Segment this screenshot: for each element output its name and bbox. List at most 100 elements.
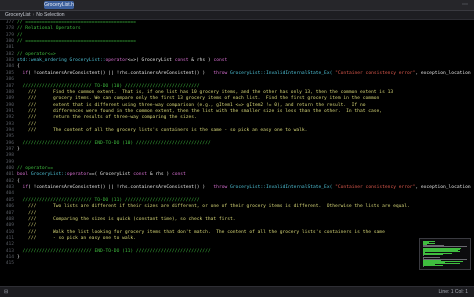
code-token: /// Walk the list looking for grocery it… (17, 230, 385, 235)
code-token: bool (17, 172, 28, 177)
line-number: 398 (2, 153, 14, 159)
code-line[interactable]: 405 ///////////////////////// TO-DO (11)… (0, 198, 474, 204)
code-token: ==( GroceryList (89, 172, 133, 177)
code-token: operator (67, 172, 89, 177)
code-line[interactable]: 390 /// extent that is different using t… (0, 103, 474, 109)
code-token: , exception_location ); (415, 185, 474, 190)
code-token: /// differences were found in the common… (17, 109, 382, 114)
minimap[interactable] (419, 238, 471, 270)
tab-grocerylist[interactable]: GroceryList.h (44, 1, 74, 9)
line-number: 385 (2, 71, 14, 77)
code-token: ///////////////////////// TO-DO (11) ///… (17, 198, 200, 203)
code-line[interactable]: 393 /// (0, 122, 474, 128)
code-text: if( !containersAreConsistent() || !rhs.c… (17, 185, 474, 191)
code-line[interactable]: 378// Relational Operators (0, 26, 474, 32)
code-text: /// (17, 223, 36, 229)
code-line[interactable]: 395 (0, 134, 474, 140)
code-line[interactable]: 399 (0, 160, 474, 166)
code-line[interactable]: 386 (0, 77, 474, 83)
code-line[interactable]: 409 /// (0, 223, 474, 229)
code-text: ///////////////////////// TO-DO (10) ///… (17, 84, 200, 90)
line-number: 410 (2, 230, 14, 236)
code-line[interactable]: 397} (0, 147, 474, 153)
code-text: if( !containersAreConsistent() || !rhs.c… (17, 71, 474, 77)
tab-bar: GroceryList.h ⋯ (0, 0, 474, 11)
code-token: GroceryList:: (28, 172, 67, 177)
code-line[interactable]: 381 (0, 45, 474, 51)
code-line[interactable]: 412 (0, 242, 474, 248)
code-token: /// (17, 223, 36, 228)
code-line[interactable]: 410 /// Walk the list looking for grocer… (0, 230, 474, 236)
code-line[interactable]: 384{ (0, 64, 474, 70)
line-number: 388 (2, 90, 14, 96)
code-token: /// return the results of three-way comp… (17, 115, 197, 120)
more-icon[interactable]: ⋯ (462, 1, 468, 9)
code-line[interactable]: 385 if( !containersAreConsistent() || !r… (0, 71, 474, 77)
code-line[interactable]: 389 /// grocery items. We can compare on… (0, 96, 474, 102)
code-token: /// The content of all the grocery lists… (17, 128, 307, 133)
code-token: /// Two lists are different if their siz… (17, 204, 410, 209)
line-number: 396 (2, 141, 14, 147)
code-text: /// grocery items. We can compare only t… (17, 96, 379, 102)
code-line[interactable]: 387 ///////////////////////// TO-DO (10)… (0, 84, 474, 90)
code-line[interactable]: 408 /// Comparing the sizes is quick (co… (0, 217, 474, 223)
code-text: /// Walk the list looking for grocery it… (17, 230, 385, 236)
code-line[interactable]: 379// (0, 33, 474, 39)
line-number: 409 (2, 223, 14, 229)
line-number: 393 (2, 122, 14, 128)
code-text: /// return the results of three-way comp… (17, 115, 197, 121)
code-token: "Container consistency error" (335, 71, 415, 76)
breadcrumb-file[interactable]: GroceryList (0, 12, 31, 18)
code-token: /// Comparing the sizes is quick (consta… (17, 217, 236, 222)
code-line[interactable]: 382// operator<=> (0, 52, 474, 58)
code-line[interactable]: 396 ///////////////////////// END-TO-DO … (0, 141, 474, 147)
line-number: 390 (2, 103, 14, 109)
minimap-line (423, 254, 443, 255)
line-number: 378 (2, 26, 14, 32)
code-line[interactable]: 414} (0, 255, 474, 261)
code-token: /// (17, 122, 36, 127)
line-number: 389 (2, 96, 14, 102)
code-line[interactable]: 380// ==================================… (0, 39, 474, 45)
code-text: ///////////////////////// TO-DO (11) ///… (17, 198, 200, 204)
code-token: // Relational Operators (17, 26, 81, 31)
code-line[interactable]: 388 /// Find the common extent. That is,… (0, 90, 474, 96)
code-token: , exception_location ); (415, 71, 474, 76)
line-number: 391 (2, 109, 14, 115)
code-line[interactable]: 392 /// return the results of three-way … (0, 115, 474, 121)
code-line[interactable]: 411 /// - so pick an easy one to walk. (0, 236, 474, 242)
code-line[interactable]: 403 if( !containersAreConsistent() || !r… (0, 185, 474, 191)
line-number: 407 (2, 211, 14, 217)
breadcrumb-selection[interactable]: No Selection (36, 12, 64, 18)
code-line[interactable]: 401bool GroceryList::operator==( Grocery… (0, 172, 474, 178)
code-text: } (17, 147, 20, 153)
code-text: /// extent that is different using three… (17, 103, 365, 109)
code-token: std::weak_ordering GroceryList:: (17, 58, 106, 63)
line-number: 401 (2, 172, 14, 178)
line-number: 402 (2, 179, 14, 185)
code-line[interactable]: 402{ (0, 179, 474, 185)
line-number: 384 (2, 64, 14, 70)
code-line[interactable]: 394 /// The content of all the grocery l… (0, 128, 474, 134)
code-line[interactable]: 413 ///////////////////////// END-TO-DO … (0, 249, 474, 255)
code-token: ///////////////////////// TO-DO (10) ///… (17, 84, 200, 89)
code-token: // =====================================… (17, 20, 136, 25)
code-line[interactable]: 415 (0, 261, 474, 267)
line-number: 406 (2, 204, 14, 210)
code-token: /// grocery items. We can compare only t… (17, 96, 379, 101)
code-text: } (17, 255, 20, 261)
code-line[interactable]: 407 /// (0, 211, 474, 217)
code-line[interactable]: 383std::weak_ordering GroceryList::opera… (0, 58, 474, 64)
code-line[interactable]: 391 /// differences were found in the co… (0, 109, 474, 115)
line-number: 399 (2, 160, 14, 166)
code-line[interactable]: 398 (0, 153, 474, 159)
code-text: ///////////////////////// END-TO-DO (10)… (17, 141, 211, 147)
line-number: 405 (2, 198, 14, 204)
code-line[interactable]: 404 (0, 191, 474, 197)
code-text: /// (17, 122, 36, 128)
line-number: 411 (2, 236, 14, 242)
code-line[interactable]: 406 /// Two lists are different if their… (0, 204, 474, 210)
status-bar: ⊟ Line: 1 Col: 1 (0, 286, 474, 297)
line-number: 382 (2, 52, 14, 58)
code-editor[interactable]: 377// ==================================… (0, 20, 474, 286)
